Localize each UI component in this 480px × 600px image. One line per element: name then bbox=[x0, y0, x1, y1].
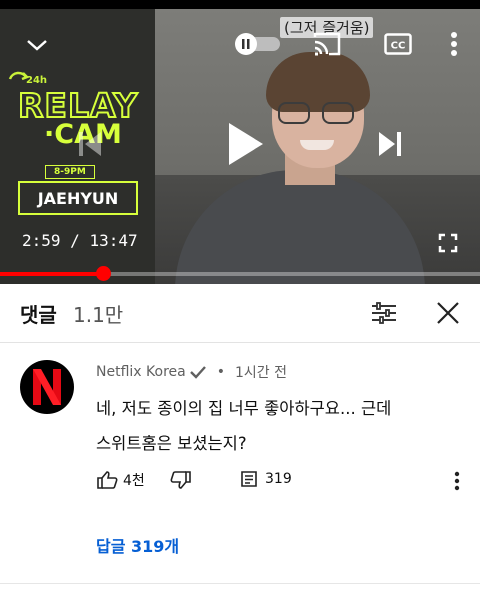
cc-icon: CC bbox=[384, 33, 412, 55]
autoplay-toggle[interactable] bbox=[234, 31, 282, 57]
netflix-logo-icon bbox=[33, 369, 61, 405]
captions-button[interactable]: CC bbox=[382, 30, 414, 58]
reply-count: 319 bbox=[265, 471, 292, 487]
duration: 13:47 bbox=[89, 231, 138, 250]
previous-button[interactable] bbox=[70, 126, 110, 162]
video-timecode: 2:59 / 13:47 bbox=[22, 231, 138, 250]
reply-button[interactable]: 319 bbox=[240, 470, 292, 488]
badge-24h: 24h bbox=[26, 75, 48, 86]
fullscreen-icon bbox=[438, 233, 458, 253]
next-icon bbox=[379, 132, 401, 156]
comment-author[interactable]: Netflix Korea bbox=[96, 364, 186, 380]
progress-fill bbox=[0, 272, 104, 276]
chevron-down-icon bbox=[27, 40, 47, 51]
video-person-glasses bbox=[278, 102, 358, 126]
more-vert-icon bbox=[454, 471, 460, 491]
meta-bullet: • bbox=[216, 364, 225, 380]
comment-more-button[interactable] bbox=[454, 471, 460, 495]
time-slot-badge: 8-9PM bbox=[45, 165, 95, 179]
current-time: 2:59 bbox=[22, 231, 61, 250]
thumbs-down-icon bbox=[170, 471, 191, 489]
comments-title: 댓글 bbox=[20, 303, 57, 327]
more-options-button[interactable] bbox=[442, 28, 466, 60]
sort-filter-icon bbox=[372, 302, 396, 324]
comment-line-2: 스위트홈은 보셨는지? bbox=[96, 434, 247, 453]
autoplay-toggle-icon bbox=[235, 33, 280, 55]
thumbs-up-icon bbox=[97, 471, 118, 489]
comment-meta: Netflix Korea • 1시간 전 bbox=[96, 362, 287, 382]
comment-text: 네, 저도 종이의 집 너무 좋아하구요... 근데 스위트홈은 보셨는지? bbox=[96, 391, 464, 461]
comment-time: 1시간 전 bbox=[234, 365, 287, 381]
verified-check-icon bbox=[189, 366, 206, 379]
avatar[interactable] bbox=[20, 360, 74, 414]
comment-line-1: 네, 저도 종이의 집 너무 좋아하구요... 근데 bbox=[96, 399, 392, 418]
svg-text:CC: CC bbox=[391, 41, 406, 52]
comments-header: 댓글 1.1만 bbox=[0, 284, 480, 343]
comments-count: 1.1만 bbox=[73, 303, 124, 327]
play-icon bbox=[229, 123, 263, 165]
relay-title: RELAY bbox=[17, 86, 139, 125]
minimize-button[interactable] bbox=[22, 30, 52, 60]
like-button[interactable]: 4천 bbox=[96, 470, 145, 490]
close-comments-button[interactable] bbox=[432, 297, 464, 329]
status-strip bbox=[0, 0, 480, 9]
view-replies-link[interactable]: 답글 319개 bbox=[96, 533, 179, 557]
cast-icon bbox=[313, 32, 341, 56]
time-separator: / bbox=[70, 231, 80, 250]
sort-filter-button[interactable] bbox=[368, 297, 400, 329]
member-name: JAEHYUN bbox=[18, 181, 138, 215]
play-button[interactable] bbox=[220, 118, 270, 170]
close-icon bbox=[437, 302, 459, 324]
comment-actions: 4천 319 bbox=[96, 470, 476, 498]
divider bbox=[0, 583, 480, 584]
fullscreen-button[interactable] bbox=[436, 231, 460, 255]
dislike-button[interactable] bbox=[170, 470, 192, 490]
progress-bar[interactable] bbox=[0, 266, 480, 281]
cast-button[interactable] bbox=[310, 28, 344, 60]
more-vert-icon bbox=[451, 32, 457, 56]
video-player[interactable]: 24h RELAY ·CAM 8-9PM JAEHYUN (그저 즐거움) CC bbox=[0, 0, 480, 284]
next-button[interactable] bbox=[370, 126, 410, 162]
video-person-smile bbox=[300, 140, 334, 150]
previous-icon bbox=[79, 132, 101, 156]
like-count: 4천 bbox=[123, 473, 145, 489]
comment-reply-icon bbox=[241, 471, 257, 487]
